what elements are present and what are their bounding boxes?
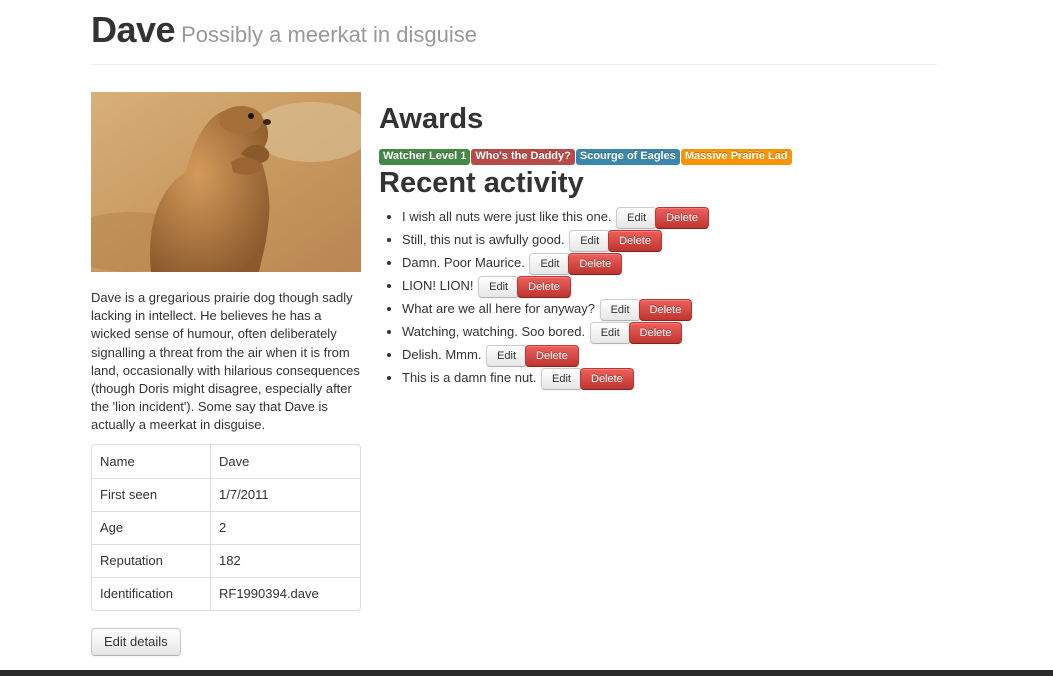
edit-activity-button[interactable]: Edit: [529, 253, 571, 275]
award-badge: Watcher Level 1: [379, 149, 471, 165]
activity-item: What are we all here for anyway? EditDel…: [402, 299, 939, 323]
profile-details-table: Name Dave First seen 1/7/2011 Age 2 Reputation…: [91, 443, 361, 611]
edit-activity-button[interactable]: Edit: [616, 207, 658, 229]
delete-activity-button[interactable]: Delete: [655, 207, 709, 229]
delete-activity-button[interactable]: Delete: [608, 230, 662, 252]
details-row: First seen 1/7/2011: [92, 477, 360, 511]
details-row: Age 2: [92, 510, 360, 544]
recent-activity-list: I wish all nuts were just like this one.…: [379, 207, 939, 392]
activity-text: LION! LION!: [402, 278, 474, 293]
details-value: Dave: [210, 444, 360, 478]
award-badge: Who's the Daddy?: [471, 149, 575, 165]
details-label: Age: [92, 510, 210, 544]
delete-activity-button[interactable]: Delete: [638, 299, 693, 321]
edit-activity-button[interactable]: Edit: [478, 276, 520, 298]
awards-heading: Awards: [379, 103, 484, 135]
delete-activity-button[interactable]: Delete: [568, 253, 623, 275]
edit-details-button[interactable]: Edit details: [91, 627, 181, 656]
edit-activity-button[interactable]: Edit: [599, 299, 641, 321]
delete-activity-button[interactable]: Delete: [628, 322, 683, 344]
activity-item: I wish all nuts were just like this one.…: [402, 207, 939, 231]
recent-activity-heading: Recent activity: [379, 167, 584, 199]
activity-text: Damn. Poor Maurice.: [402, 255, 525, 270]
details-label: Identification: [92, 576, 210, 610]
awards-badges: Watcher Level 1 Who's the Daddy? Scourge o…: [379, 146, 939, 165]
activity-item: Delish. Mmm. EditDelete: [402, 345, 939, 369]
delete-activity-button[interactable]: Delete: [517, 276, 571, 298]
activity-item: Damn. Poor Maurice. EditDelete: [402, 253, 939, 277]
activity-item: Still, this nut is awfully good. EditDel…: [402, 230, 939, 254]
details-label: Name: [100, 453, 135, 469]
activity-column: Awards Watcher Level 1 Who's the Daddy? Sc…: [379, 100, 939, 392]
details-row: Name Dave: [92, 444, 360, 478]
edit-activity-button[interactable]: Edit: [486, 345, 528, 367]
details-label: Reputation: [92, 543, 210, 577]
delete-activity-button[interactable]: Delete: [525, 345, 579, 367]
edit-activity-button[interactable]: Edit: [541, 368, 582, 390]
activity-text: Still, this nut is awfully good.: [402, 232, 565, 247]
profile-name: Dave: [91, 9, 176, 50]
activity-text: I wish all nuts were just like this one.: [402, 209, 612, 224]
page-title: Dave Possibly a meerkat in disguise: [91, 8, 937, 57]
delete-activity-button[interactable]: Delete: [580, 368, 634, 390]
details-value: 182: [210, 543, 360, 577]
details-value: RF1990394.dave: [210, 576, 360, 610]
edit-activity-button[interactable]: Edit: [569, 230, 611, 252]
details-value: 2: [210, 510, 360, 544]
profile-column: Dave is a gregarious prairie dog though …: [91, 92, 361, 656]
profile-tagline: Possibly a meerkat in disguise: [181, 22, 477, 47]
activity-item: LION! LION! EditDelete: [402, 276, 939, 300]
profile-bio: Dave is a gregarious prairie dog though …: [91, 290, 360, 433]
activity-item: Watching, watching. Soo bored. EditDelet…: [402, 322, 939, 346]
details-value: 1/7/2011: [210, 477, 360, 511]
activity-text: Delish. Mmm.: [402, 347, 482, 362]
award-badge: Scourge of Eagles: [575, 149, 680, 165]
page-header: Dave Possibly a meerkat in disguise: [91, 8, 937, 65]
activity-text: Watching, watching. Soo bored.: [402, 324, 586, 339]
details-row: Identification RF1990394.dave: [92, 576, 360, 610]
award-badge: Massive Prairie Lad: [680, 149, 792, 165]
details-label: First seen: [92, 477, 210, 511]
activity-item: This is a damn fine nut. EditDelete: [402, 368, 939, 392]
prairie-dog-photo: [91, 92, 361, 272]
edit-activity-button[interactable]: Edit: [589, 322, 631, 344]
details-row: Reputation 182: [92, 543, 360, 577]
activity-text: What are we all here for anyway?: [402, 301, 595, 316]
window-bottom-edge: [0, 670, 1053, 676]
activity-text: This is a damn fine nut.: [402, 370, 537, 385]
